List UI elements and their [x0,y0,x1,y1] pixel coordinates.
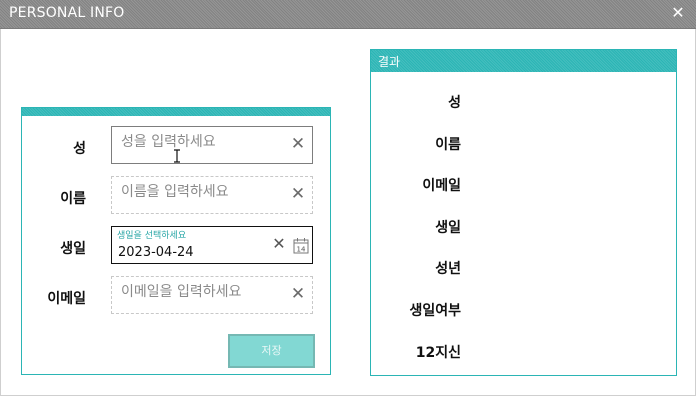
result-label-email: 이메일 [422,178,461,194]
last-name-input[interactable]: 성을 입력하세요 ✕ [111,126,313,164]
result-label-first-name: 이름 [435,137,461,153]
calendar-day-number: 14 [297,246,306,254]
result-title: 결과 [378,55,401,69]
input-panel-header-strip [22,108,330,116]
calendar-icon[interactable]: 14 [293,237,309,254]
save-button[interactable]: 저장 [228,334,315,368]
result-panel: 결과 성 이름 이메일 생일 성년 생일여부 12지신 [370,49,677,376]
result-label-birthday: 생일 [435,220,461,236]
first-name-input[interactable]: 이름을 입력하세요 ✕ [111,176,313,214]
clear-icon[interactable]: ✕ [290,186,306,203]
clear-icon[interactable]: ✕ [290,136,306,153]
input-panel: 성 성을 입력하세요 ✕ 이름 이름을 입력하세요 ✕ 생일 생일을 선택하세요… [21,107,331,375]
birthday-label: 생일 [60,241,86,257]
result-label-zodiac: 12지신 [415,345,461,361]
result-label-adult: 성년 [435,261,461,277]
birthday-date-picker[interactable]: 생일을 선택하세요 2023-04-24 ✕ 14 [111,226,313,264]
title-bar[interactable]: PERSONAL INFO ✕ [0,0,696,29]
email-label: 이메일 [47,291,86,307]
result-panel-header: 결과 [371,50,676,72]
last-name-label: 성 [73,141,86,157]
email-placeholder: 이메일을 입력하세요 [121,284,242,300]
birthday-value: 2023-04-24 [118,245,194,260]
text-cursor-icon [174,149,180,163]
last-name-placeholder: 성을 입력하세요 [121,134,216,150]
result-label-is-birthday: 생일여부 [409,303,461,319]
clear-icon[interactable]: ✕ [272,236,286,252]
first-name-label: 이름 [60,191,86,207]
close-icon[interactable]: ✕ [670,4,686,22]
first-name-placeholder: 이름을 입력하세요 [121,184,229,200]
birthday-hint: 생일을 선택하세요 [117,231,187,241]
email-input[interactable]: 이메일을 입력하세요 ✕ [111,276,313,314]
window-client-area: 성 성을 입력하세요 ✕ 이름 이름을 입력하세요 ✕ 생일 생일을 선택하세요… [0,29,696,396]
window-title: PERSONAL INFO [9,5,125,21]
clear-icon[interactable]: ✕ [290,286,306,303]
result-label-last-name: 성 [448,95,461,111]
